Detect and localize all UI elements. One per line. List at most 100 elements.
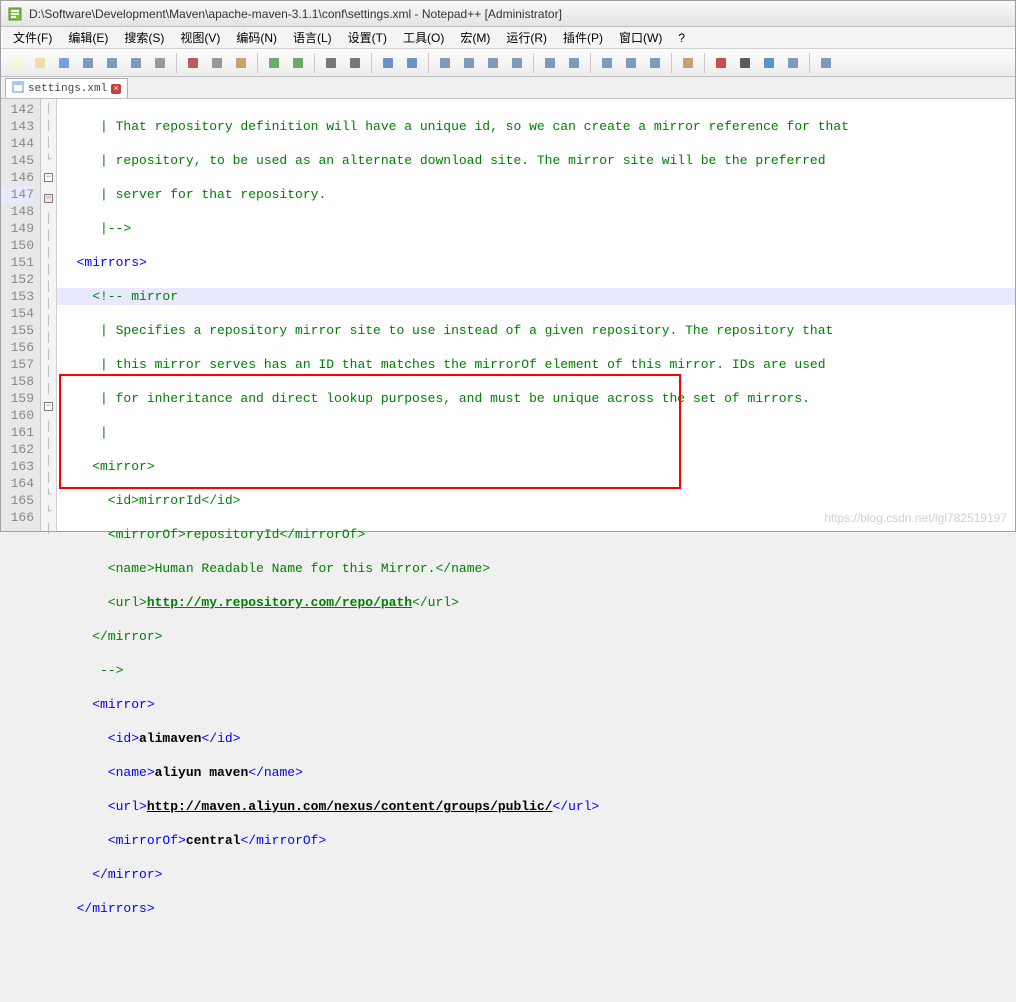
line-number: 150: [1, 237, 34, 254]
app-window: D:\Software\Development\Maven\apache-mav…: [0, 0, 1016, 532]
fold-marker[interactable]: │: [41, 347, 56, 364]
fold-marker[interactable]: └: [41, 504, 56, 521]
fold-marker[interactable]: −: [41, 173, 56, 190]
list-icon[interactable]: [815, 52, 837, 74]
line-number-gutter: 1421431441451461471481491501511521531541…: [1, 99, 41, 531]
line-number: 146: [1, 169, 34, 186]
line-number: 155: [1, 322, 34, 339]
toolbar: [1, 49, 1015, 77]
file-icon: [12, 81, 24, 97]
show-all-icon[interactable]: [482, 52, 504, 74]
fold-marker[interactable]: │: [41, 211, 56, 228]
toolbar-separator: [371, 53, 372, 73]
find-icon[interactable]: [320, 52, 342, 74]
fold-marker[interactable]: │: [41, 419, 56, 436]
fold-all-icon[interactable]: [539, 52, 561, 74]
save-icon[interactable]: [53, 52, 75, 74]
line-number: 164: [1, 475, 34, 492]
fold-marker[interactable]: │: [41, 101, 56, 118]
line-number: 156: [1, 339, 34, 356]
menu-item-8[interactable]: 宏(M): [452, 27, 498, 48]
cut-icon[interactable]: [182, 52, 204, 74]
titlebar: D:\Software\Development\Maven\apache-mav…: [1, 1, 1015, 27]
word-wrap-icon[interactable]: [458, 52, 480, 74]
toolbar-separator: [314, 53, 315, 73]
fold-marker[interactable]: │: [41, 279, 56, 296]
menu-item-9[interactable]: 运行(R): [498, 27, 555, 48]
redo-icon[interactable]: [287, 52, 309, 74]
fold-marker[interactable]: │: [41, 118, 56, 135]
close-all-icon[interactable]: [125, 52, 147, 74]
fold-marker[interactable]: │: [41, 436, 56, 453]
hidden-icon[interactable]: [596, 52, 618, 74]
fold-marker[interactable]: │: [41, 330, 56, 347]
uncomment-icon[interactable]: [644, 52, 666, 74]
fold-marker[interactable]: │: [41, 381, 56, 398]
fold-marker[interactable]: │: [41, 470, 56, 487]
menu-item-0[interactable]: 文件(F): [5, 27, 60, 48]
play-multi-icon[interactable]: [782, 52, 804, 74]
menu-item-6[interactable]: 设置(T): [340, 27, 395, 48]
line-number: 163: [1, 458, 34, 475]
fold-marker[interactable]: │: [41, 313, 56, 330]
undo-icon[interactable]: [263, 52, 285, 74]
fold-marker[interactable]: │: [41, 135, 56, 152]
menu-item-11[interactable]: 窗口(W): [611, 27, 670, 48]
fold-marker[interactable]: │: [41, 262, 56, 279]
unfold-all-icon[interactable]: [563, 52, 585, 74]
fold-marker[interactable]: └: [41, 152, 56, 169]
fold-marker[interactable]: │: [41, 521, 56, 538]
replace-icon[interactable]: [344, 52, 366, 74]
sync-icon[interactable]: [434, 52, 456, 74]
stop-icon[interactable]: [734, 52, 756, 74]
line-number: 161: [1, 424, 34, 441]
menu-item-4[interactable]: 编码(N): [228, 27, 285, 48]
print-icon[interactable]: [149, 52, 171, 74]
menu-item-2[interactable]: 搜索(S): [116, 27, 172, 48]
indent-icon[interactable]: [506, 52, 528, 74]
fold-marker[interactable]: │: [41, 228, 56, 245]
zoom-out-icon[interactable]: [401, 52, 423, 74]
line-number: 149: [1, 220, 34, 237]
new-icon[interactable]: [5, 52, 27, 74]
toolbar-separator: [533, 53, 534, 73]
tab-label: settings.xml: [28, 83, 107, 95]
line-number: 166: [1, 509, 34, 526]
toolbar-separator: [671, 53, 672, 73]
fold-marker[interactable]: −: [41, 402, 56, 419]
menu-item-12[interactable]: ?: [670, 29, 693, 47]
close-icon[interactable]: [101, 52, 123, 74]
menu-item-5[interactable]: 语言(L): [285, 27, 340, 48]
code-content[interactable]: | That repository definition will have a…: [57, 99, 1015, 531]
fold-marker[interactable]: │: [41, 453, 56, 470]
fold-marker[interactable]: −: [41, 194, 56, 211]
toolbar-separator: [176, 53, 177, 73]
open-icon[interactable]: [29, 52, 51, 74]
menu-item-10[interactable]: 插件(P): [555, 27, 611, 48]
fold-marker[interactable]: └: [41, 487, 56, 504]
copy-icon[interactable]: [206, 52, 228, 74]
toolbar-separator: [590, 53, 591, 73]
fold-marker[interactable]: │: [41, 296, 56, 313]
window-title: D:\Software\Development\Maven\apache-mav…: [29, 7, 562, 21]
line-number: 162: [1, 441, 34, 458]
line-number: 157: [1, 356, 34, 373]
line-number: 165: [1, 492, 34, 509]
menu-item-1[interactable]: 编辑(E): [60, 27, 116, 48]
zoom-in-icon[interactable]: [377, 52, 399, 74]
line-number: 160: [1, 407, 34, 424]
eye-icon[interactable]: [677, 52, 699, 74]
save-all-icon[interactable]: [77, 52, 99, 74]
menubar: 文件(F)编辑(E)搜索(S)视图(V)编码(N)语言(L)设置(T)工具(O)…: [1, 27, 1015, 49]
toolbar-separator: [428, 53, 429, 73]
fold-marker[interactable]: │: [41, 245, 56, 262]
file-tab[interactable]: settings.xml ×: [5, 78, 128, 98]
play-icon[interactable]: [758, 52, 780, 74]
menu-item-3[interactable]: 视图(V): [172, 27, 228, 48]
comment-icon[interactable]: [620, 52, 642, 74]
tab-close-icon[interactable]: ×: [111, 84, 121, 94]
fold-marker[interactable]: │: [41, 364, 56, 381]
menu-item-7[interactable]: 工具(O): [395, 27, 452, 48]
paste-icon[interactable]: [230, 52, 252, 74]
record-icon[interactable]: [710, 52, 732, 74]
